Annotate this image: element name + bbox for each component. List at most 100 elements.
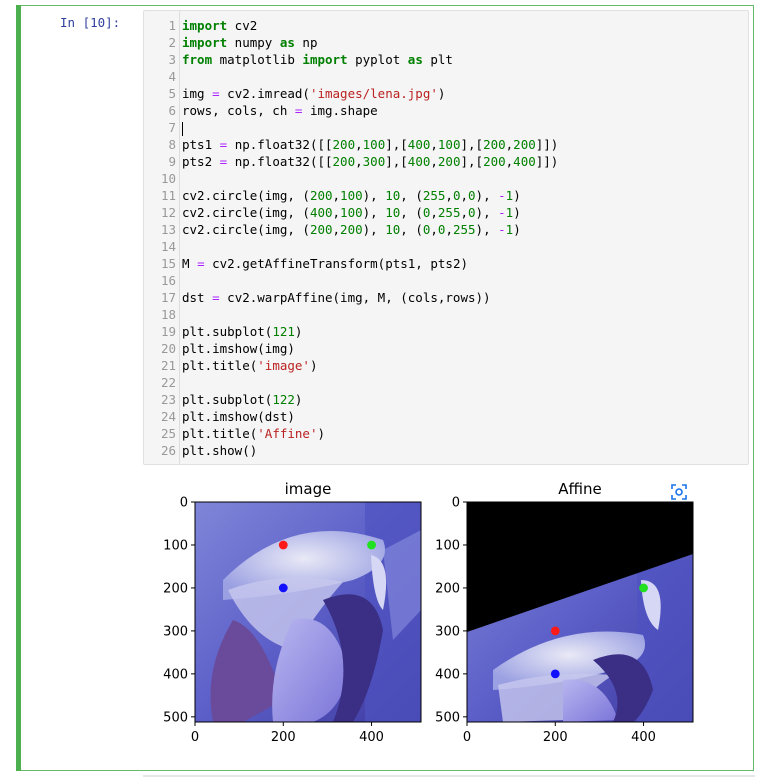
line-number: 26 <box>160 443 176 458</box>
code-token: - <box>498 205 506 220</box>
code-token: 300 <box>362 154 386 169</box>
code-line: from matplotlib import pyplot as plt <box>182 51 558 68</box>
code-token: , <box>430 222 438 237</box>
line-number: 13 <box>160 222 176 237</box>
line-number: 16 <box>160 273 176 288</box>
code-token: 'image' <box>257 358 310 373</box>
code-token: numpy <box>227 35 280 50</box>
code-token: np.float32([[ <box>227 137 333 152</box>
green-point-marker <box>639 583 648 593</box>
code-token: , <box>332 188 341 203</box>
code-token: plt.subplot( <box>182 392 273 407</box>
code-token: img <box>182 86 213 101</box>
code-token: as <box>279 35 295 50</box>
code-token: plt.title( <box>182 358 258 373</box>
code-token: , <box>460 205 469 220</box>
code-token: cv2.imread( <box>219 86 310 101</box>
image-search-icon[interactable] <box>671 484 687 500</box>
code-token: as <box>407 52 423 67</box>
code-line: plt.subplot(121) <box>182 323 558 340</box>
gutter-divider <box>179 11 180 464</box>
next-cell-edge <box>143 775 755 777</box>
code-token: plt.imshow(img) <box>182 341 295 356</box>
image-panel-right <box>467 502 693 722</box>
code-token: 400 <box>309 205 333 220</box>
x-tick-label: 200 <box>543 730 568 745</box>
code-token: ), <box>475 222 499 237</box>
code-token: 0 <box>468 205 476 220</box>
red-point-marker <box>550 626 560 636</box>
code-line: M = cv2.getAffineTransform(pts1, pts2) <box>182 255 558 272</box>
code-token: 'images/lena.jpg' <box>309 86 438 101</box>
code-token: 400 <box>407 137 431 152</box>
code-line: plt.imshow(img) <box>182 340 558 357</box>
line-number: 3 <box>168 52 176 67</box>
code-token: from <box>182 52 213 67</box>
code-token: ) <box>513 188 521 203</box>
y-tick-label: 200 <box>435 581 460 596</box>
line-number: 1 <box>168 18 176 33</box>
y-tick-label: 300 <box>163 624 188 639</box>
code-token: 255 <box>422 188 446 203</box>
line-number: 7 <box>168 120 176 135</box>
code-token: - <box>498 188 506 203</box>
code-editor[interactable]: 1 2 3 4 5 6 7 8 9 10 11 12 13 14 15 16 17 18 19 20 21 22 23 24 2… <box>143 10 749 465</box>
y-tick-label: 0 <box>180 496 188 511</box>
line-number: 11 <box>160 188 176 203</box>
code-line: plt.subplot(122) <box>182 391 558 408</box>
blue-point-marker <box>278 583 288 593</box>
code-token: 400 <box>407 154 431 169</box>
code-token: 121 <box>272 324 295 339</box>
line-number: 24 <box>160 409 176 424</box>
cell-output: image 0 100 200 300 400 500 0 200 400 Affine 0 10… <box>143 470 749 770</box>
x-tick-label: 400 <box>359 730 384 745</box>
chart-title-left: image <box>285 480 332 498</box>
code-token: 255 <box>437 205 461 220</box>
code-token: dst <box>182 290 213 305</box>
line-number: 4 <box>168 69 176 84</box>
code-token: pyplot <box>347 52 408 67</box>
code-token: ), <box>475 205 499 220</box>
code-token: = <box>212 290 220 305</box>
line-number: 25 <box>160 426 176 441</box>
code-line: import numpy as np <box>182 34 558 51</box>
code-token: ) <box>437 86 446 101</box>
line-number: 20 <box>160 341 176 356</box>
code-token: pts1 <box>182 137 220 152</box>
code-line: plt.title('image') <box>182 357 558 374</box>
code-token: 10 <box>385 222 401 237</box>
code-line: plt.show() <box>182 442 558 459</box>
code-token: ],[ <box>460 137 484 152</box>
code-line: import cv2 <box>182 17 558 34</box>
y-tick-label: 300 <box>435 624 460 639</box>
code-token: import <box>302 52 348 67</box>
code-line: pts1 = np.float32([[200,100],[400,100],[… <box>182 136 558 153</box>
code-line <box>182 119 558 136</box>
code-token: , <box>355 154 363 169</box>
code-token: , <box>332 222 341 237</box>
code-token: img.shape <box>302 103 378 118</box>
line-number: 21 <box>160 358 176 373</box>
line-number: 9 <box>168 154 176 169</box>
code-token: import <box>182 18 228 33</box>
line-number: 22 <box>160 375 176 390</box>
y-tick-label: 400 <box>435 667 460 682</box>
cell-prompt: In [10]: <box>60 15 121 30</box>
code-token: matplotlib <box>212 52 303 67</box>
line-number: 12 <box>160 205 176 220</box>
code-token: 122 <box>272 392 295 407</box>
code-token: , <box>430 137 438 152</box>
image-panel-left <box>195 502 421 722</box>
code-token: plt <box>422 52 453 67</box>
code-token: , ( <box>400 188 423 203</box>
line-number: 2 <box>168 35 176 50</box>
code-token: , <box>355 137 363 152</box>
x-tick-label: 400 <box>631 730 656 745</box>
code-token: 100 <box>340 205 363 220</box>
code-area[interactable]: import cv2 import numpy as np from matplot… <box>182 17 558 459</box>
line-number: 14 <box>160 239 176 254</box>
code-token: ],[ <box>460 154 484 169</box>
code-token: 100 <box>362 137 386 152</box>
